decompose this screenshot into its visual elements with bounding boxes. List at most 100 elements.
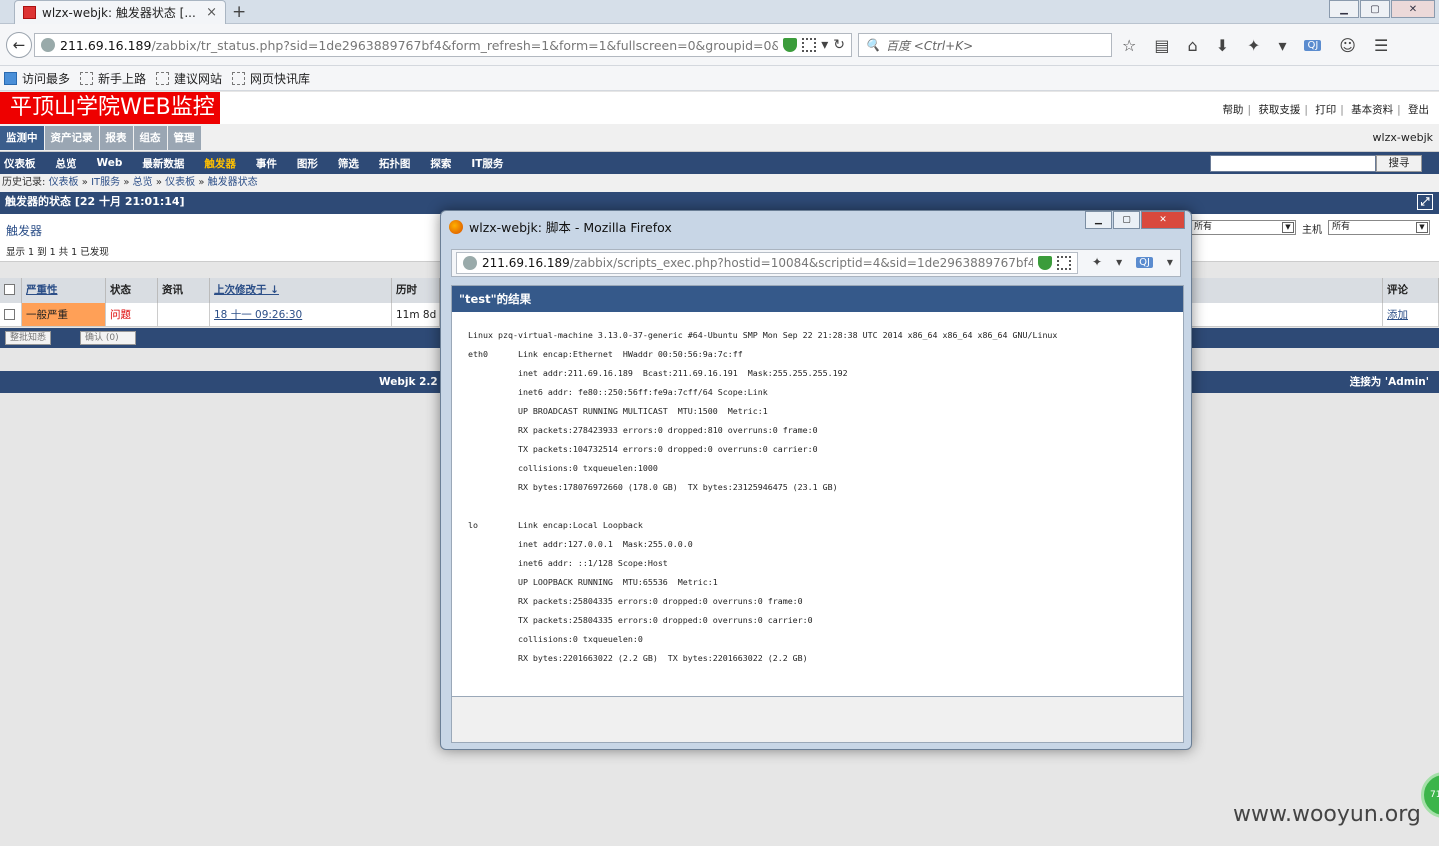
menu-inventory[interactable]: 资产记录 [44, 126, 99, 150]
shield-icon[interactable] [783, 38, 798, 52]
minimize-icon[interactable]: ▁ [1329, 0, 1359, 18]
qr-code-icon[interactable] [802, 38, 817, 52]
host-select[interactable]: 所有 ▼ [1328, 220, 1430, 235]
close-window-icon[interactable]: ✕ [1391, 0, 1435, 18]
dropdown-arrow-icon[interactable]: ▾ [1116, 255, 1122, 269]
last-change-link[interactable]: 18 十一 09:26:30 [210, 303, 392, 327]
bookmark-page-icon [156, 71, 170, 85]
chevron-down-icon: ▼ [1282, 222, 1294, 233]
acknowledge-button[interactable]: 确认 (0) [80, 331, 136, 345]
url-path: /zabbix/tr_status.php?sid=1de2963889767b… [151, 37, 779, 53]
reading-list-icon[interactable]: ▤ [1154, 36, 1169, 55]
print-link[interactable]: 打印 [1311, 104, 1340, 116]
toolbar-icons: ☆ ▤ ⌂ ⬇ ✦ ▾ QJ ☺ ☰ [1122, 36, 1388, 55]
bookmark-item[interactable]: 访问最多 [4, 70, 70, 87]
maximize-icon[interactable]: ▢ [1360, 0, 1390, 18]
header-last-change[interactable]: 上次修改于 ↓ [210, 278, 392, 303]
submenu-dashboard[interactable]: 仪表板 [4, 156, 46, 171]
submenu-overview[interactable]: 总览 [56, 156, 87, 171]
window-controls: ▁ ▢ ✕ [1328, 0, 1435, 18]
home-icon[interactable]: ⌂ [1187, 36, 1197, 55]
submenu-it-services[interactable]: IT服务 [471, 156, 513, 171]
breadcrumb-item[interactable]: 触发器状态 [208, 177, 258, 188]
download-icon[interactable]: ⬇ [1216, 36, 1229, 55]
main-menu: 监测中 资产记录 报表 组态 管理 [0, 126, 202, 150]
url-text[interactable]: 211.69.16.189/zabbix/tr_status.php?sid=1… [60, 38, 778, 53]
popup-title-bar: wlzx-webjk: 脚本 - Mozilla Firefox [449, 217, 672, 236]
search-button[interactable]: 搜寻 [1376, 155, 1422, 172]
header-severity[interactable]: 严重性 [22, 278, 106, 303]
submenu-graphs[interactable]: 图形 [297, 156, 328, 171]
qj-icon[interactable]: QJ [1136, 256, 1153, 268]
search-input[interactable]: 🔍 百度 <Ctrl+K> [858, 33, 1112, 57]
menu-configuration[interactable]: 组态 [133, 126, 167, 150]
popup-url-path: /zabbix/scripts_exec.php?hostid=10084&sc… [569, 256, 1033, 270]
footer-user: 连接为 'Admin' [1349, 376, 1429, 388]
row-checkbox[interactable] [0, 303, 22, 327]
output-line: TX packets:25804335 errors:0 dropped:0 o… [468, 615, 813, 625]
output-line: inet addr:127.0.0.1 Mask:255.0.0.0 [468, 539, 693, 549]
add-comment-link[interactable]: 添加 [1383, 303, 1439, 327]
breadcrumb-item[interactable]: IT服务 [91, 177, 120, 188]
reload-icon[interactable]: ↻ [833, 37, 845, 53]
output-line: RX packets:25804335 errors:0 dropped:0 o… [468, 596, 803, 606]
output-line: RX bytes:2201663022 (2.2 GB) TX bytes:22… [468, 653, 808, 663]
zabbix-search-input[interactable] [1210, 155, 1376, 172]
dropdown-arrow-icon[interactable]: ▾ [1167, 255, 1173, 269]
profile-link[interactable]: 基本资料 [1347, 104, 1397, 116]
popup-url-field[interactable]: 211.69.16.189/zabbix/scripts_exec.php?ho… [456, 252, 1078, 274]
qj-icon[interactable]: QJ [1304, 40, 1322, 51]
popup-title: wlzx-webjk: 脚本 - Mozilla Firefox [469, 220, 672, 235]
close-window-icon[interactable]: ✕ [1141, 211, 1185, 229]
submenu-triggers[interactable]: 触发器 [204, 156, 246, 171]
support-link[interactable]: 获取支援 [1254, 104, 1304, 116]
submenu-latest-data[interactable]: 最新数据 [142, 156, 194, 171]
bulk-acknowledge-select[interactable]: 整批知悉 [5, 331, 52, 345]
dropdown-arrow-icon[interactable]: ▾ [1278, 36, 1286, 55]
popup-toolbar-icons: ✦ ▾ QJ ▾ [1092, 255, 1173, 269]
script-result-panel: "test"的结果 Linux pzq-virtual-machine 3.13… [451, 285, 1184, 697]
new-tab-button[interactable]: + [232, 2, 246, 22]
submenu-web[interactable]: Web [97, 157, 133, 169]
menu-icon[interactable]: ☰ [1374, 36, 1388, 55]
menu-administration[interactable]: 管理 [167, 126, 201, 150]
bookmark-item[interactable]: 网页快讯库 [232, 70, 310, 87]
tab-close-icon[interactable]: × [206, 5, 217, 20]
maximize-icon[interactable]: ▢ [1113, 211, 1140, 229]
submenu-events[interactable]: 事件 [256, 156, 287, 171]
menu-reports[interactable]: 报表 [99, 126, 133, 150]
minimize-icon[interactable]: ▁ [1085, 211, 1112, 229]
back-button[interactable]: ← [6, 32, 32, 58]
logout-link[interactable]: 登出 [1404, 104, 1433, 116]
fullscreen-icon[interactable]: ⤢ [1417, 194, 1433, 210]
addon-icon[interactable]: ✦ [1247, 36, 1260, 55]
help-link[interactable]: 帮助 [1218, 104, 1247, 116]
script-output: Linux pzq-virtual-machine 3.13.0-37-gene… [468, 326, 1057, 668]
breadcrumb-item[interactable]: 总览 [133, 177, 153, 188]
watermark: www.wooyun.org [1233, 802, 1421, 827]
group-select[interactable]: 所有 ▼ [1190, 220, 1296, 235]
bookmark-item[interactable]: 新手上路 [80, 70, 146, 87]
submenu-maps[interactable]: 拓扑图 [379, 156, 421, 171]
qr-code-icon[interactable] [1057, 256, 1071, 270]
shield-icon[interactable] [1038, 256, 1052, 270]
smiley-icon[interactable]: ☺ [1339, 36, 1356, 55]
chevron-down-icon: ▼ [1416, 222, 1428, 233]
bookmark-item[interactable]: 建议网站 [156, 70, 222, 87]
breadcrumb-item[interactable]: 仪表板 [165, 177, 195, 188]
site-logo[interactable]: 平顶山学院WEB监控 [0, 92, 220, 124]
status-cell: 问题 [106, 303, 158, 327]
browser-tab[interactable]: wlzx-webjk: 触发器状态 [... × [14, 0, 226, 24]
breadcrumb-item[interactable]: 仪表板 [49, 177, 79, 188]
addon-icon[interactable]: ✦ [1092, 255, 1102, 269]
menu-monitoring[interactable]: 监测中 [0, 126, 44, 150]
submenu-screens[interactable]: 筛选 [338, 156, 369, 171]
dropdown-arrow-icon[interactable]: ▾ [821, 37, 828, 53]
output-line: UP LOOPBACK RUNNING MTU:65536 Metric:1 [468, 577, 718, 587]
bookmark-star-icon[interactable]: ☆ [1122, 36, 1136, 55]
select-all-checkbox[interactable] [0, 278, 22, 303]
url-host: 211.69.16.189 [60, 37, 152, 53]
address-bar[interactable]: 211.69.16.189/zabbix/tr_status.php?sid=1… [34, 33, 852, 57]
submenu-discovery[interactable]: 探索 [430, 156, 461, 171]
